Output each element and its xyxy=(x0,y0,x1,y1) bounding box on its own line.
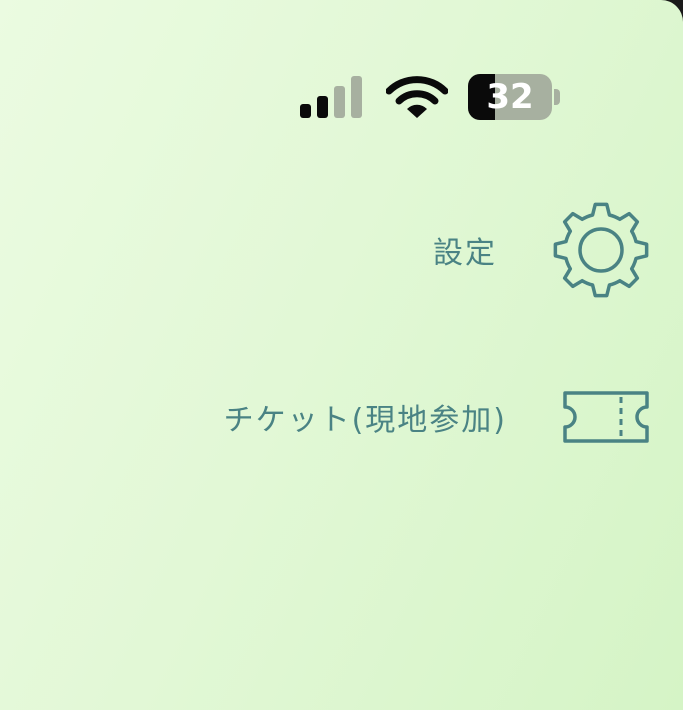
battery-body: 32 xyxy=(468,74,552,120)
signal-bar-4 xyxy=(351,76,362,118)
gear-icon xyxy=(551,200,651,300)
menu-item-ticket[interactable]: チケット(現地参加) xyxy=(224,380,651,454)
battery-icon: 32 xyxy=(468,74,562,120)
menu-item-settings[interactable]: 設定 xyxy=(433,200,651,300)
battery-cap xyxy=(554,89,560,105)
menu-item-label: 設定 xyxy=(433,236,497,271)
signal-bar-3 xyxy=(334,86,345,118)
cellular-signal-icon xyxy=(300,76,366,118)
screen: 32 設定 チケット(現地参加) xyxy=(0,0,683,710)
wifi-icon xyxy=(385,76,449,120)
battery-level: 32 xyxy=(486,77,534,117)
ticket-icon xyxy=(561,387,651,447)
signal-bar-2 xyxy=(317,96,328,118)
menu-item-label: チケット(現地参加) xyxy=(223,403,507,438)
status-bar: 32 xyxy=(296,72,566,122)
signal-bar-1 xyxy=(300,104,311,118)
